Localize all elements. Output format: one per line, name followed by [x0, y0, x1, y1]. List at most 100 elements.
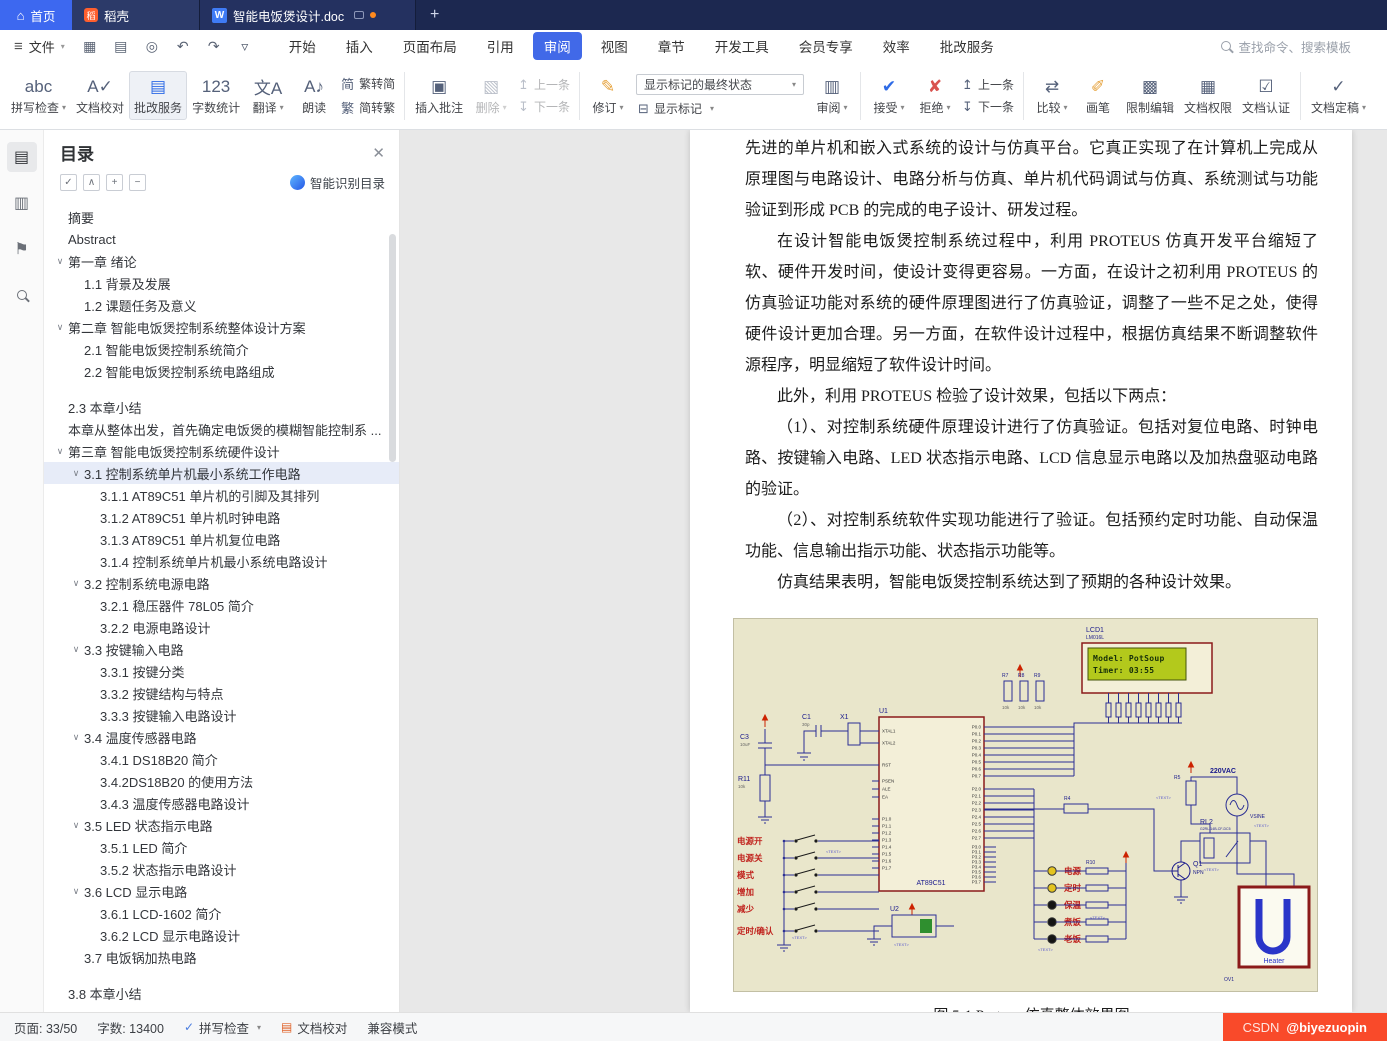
- chevron-down-icon[interactable]: ∨: [52, 446, 68, 457]
- menu-item[interactable]: 插入: [335, 32, 384, 60]
- chevron-down-icon[interactable]: ∨: [68, 468, 84, 479]
- menu-item[interactable]: 审阅: [532, 32, 582, 60]
- read-aloud-button[interactable]: A♪ 朗读: [291, 71, 337, 120]
- finalize-button[interactable]: ✓ 文档定稿 ▾: [1306, 71, 1371, 120]
- chevron-down-icon[interactable]: ∨: [68, 578, 84, 589]
- toc-item[interactable]: 3.6.1 LCD-1602 简介: [44, 902, 399, 924]
- new-tab-button[interactable]: +: [416, 0, 453, 30]
- next-revision-button[interactable]: ↧ 下一条: [962, 98, 1014, 115]
- search-icon[interactable]: [7, 280, 37, 310]
- toc-item[interactable]: ∨ 3.3 按键输入电路: [44, 638, 399, 660]
- toc-item[interactable]: ∨ 第一章 绪论: [44, 250, 399, 272]
- status-word-count[interactable]: 字数: 13400: [97, 1018, 164, 1037]
- toc-item[interactable]: 2.2 智能电饭煲控制系统电路组成: [44, 360, 399, 382]
- reject-button[interactable]: ✘ 拒绝 ▾: [912, 71, 958, 120]
- chevron-down-icon[interactable]: ∨: [52, 322, 68, 333]
- toc-item[interactable]: 3.1.3 AT89C51 单片机复位电路: [44, 528, 399, 550]
- toc-item[interactable]: 3.5.2 状态指示电路设计: [44, 858, 399, 880]
- more-icon[interactable]: ▿: [236, 37, 254, 55]
- show-markup-button[interactable]: ⊟ 显示标记 ▾: [636, 100, 804, 117]
- menu-item[interactable]: 视图: [590, 32, 639, 60]
- delete-button[interactable]: ▧ 删除 ▾: [468, 71, 514, 120]
- simp-to-trad-button[interactable]: 繁简转繁: [341, 98, 395, 117]
- save-icon[interactable]: ▦: [81, 37, 99, 55]
- wordcount-button[interactable]: 123 字数统计: [187, 71, 245, 120]
- chevron-down-icon[interactable]: ∨: [68, 732, 84, 743]
- prev-revision-button[interactable]: ↥ 上一条: [962, 76, 1014, 93]
- correction-button[interactable]: ▤ 批改服务: [129, 71, 188, 120]
- menu-item[interactable]: 引用: [476, 32, 525, 60]
- tab-home[interactable]: ⌂ 首页: [0, 0, 72, 30]
- doc-permission-button[interactable]: ▦ 文档权限: [1179, 71, 1237, 120]
- status-spellcheck-button[interactable]: ✓ 拼写检查 ▾: [184, 1018, 261, 1037]
- menu-item[interactable]: 开发工具: [704, 32, 780, 60]
- accept-button[interactable]: ✔ 接受 ▾: [866, 71, 912, 120]
- chevron-down-icon[interactable]: ∨: [68, 644, 84, 655]
- toc-item[interactable]: 3.3.2 按键结构与特点: [44, 682, 399, 704]
- menu-item[interactable]: 章节: [647, 32, 696, 60]
- toc-item[interactable]: 2.3 本章小结: [44, 396, 399, 418]
- menu-item[interactable]: 效率: [872, 32, 921, 60]
- toc-item[interactable]: 3.3.3 按键输入电路设计: [44, 704, 399, 726]
- toc-item[interactable]: 3.1.2 AT89C51 单片机时钟电路: [44, 506, 399, 528]
- trad-to-simp-button[interactable]: 简繁转简: [341, 74, 395, 93]
- toc-item[interactable]: 本章从整体出发，首先确定电饭煲的模糊智能控制系 ...: [44, 418, 399, 440]
- toc-item[interactable]: 3.5.1 LED 简介: [44, 836, 399, 858]
- print-preview-icon[interactable]: ◎: [143, 37, 161, 55]
- doc-certify-button[interactable]: ☑ 文档认证: [1237, 71, 1295, 120]
- undo-icon[interactable]: ↶: [174, 37, 192, 55]
- toc-item[interactable]: 3.1.1 AT89C51 单片机的引脚及其排列: [44, 484, 399, 506]
- translate-button[interactable]: 文A 翻译 ▾: [245, 71, 291, 120]
- tab-document[interactable]: W 智能电饭煲设计.doc: [200, 0, 416, 30]
- toc-item[interactable]: 3.2.1 稳压器件 78L05 简介: [44, 594, 399, 616]
- restrict-edit-button[interactable]: ▩ 限制编辑: [1121, 71, 1179, 120]
- markup-state-dropdown[interactable]: 显示标记的最终状态 ▾: [636, 74, 805, 95]
- toc-item[interactable]: 3.2.2 电源电路设计: [44, 616, 399, 638]
- menu-item[interactable]: 会员专享: [788, 32, 864, 60]
- toc-item[interactable]: 3.4.2DS18B20 的使用方法: [44, 770, 399, 792]
- bookmark-icon[interactable]: ⚑: [7, 234, 37, 264]
- pen-button[interactable]: ✐ 画笔: [1075, 71, 1121, 120]
- status-proofread-button[interactable]: ▤ 文档校对: [281, 1018, 347, 1037]
- next-comment-button[interactable]: ↧ 下一条: [518, 98, 570, 115]
- status-page-indicator[interactable]: 页面: 33/50: [14, 1018, 77, 1037]
- toc-item[interactable]: 3.4.3 温度传感器电路设计: [44, 792, 399, 814]
- redo-icon[interactable]: ↷: [205, 37, 223, 55]
- review-button[interactable]: ▥ 审阅 ▾: [809, 71, 855, 120]
- spellcheck-button[interactable]: abc 拼写检查 ▾: [6, 71, 71, 120]
- toc-item[interactable]: ∨ 3.1 控制系统单片机最小系统工作电路: [44, 462, 399, 484]
- toc-item[interactable]: ∨ 3.2 控制系统电源电路: [44, 572, 399, 594]
- menu-item[interactable]: 页面布局: [392, 32, 468, 60]
- toc-item[interactable]: 3.4.1 DS18B20 简介: [44, 748, 399, 770]
- toc-item[interactable]: 摘要: [44, 206, 399, 228]
- toc-item[interactable]: Abstract: [44, 228, 399, 250]
- chevron-down-icon[interactable]: ∨: [68, 886, 84, 897]
- insert-comment-button[interactable]: ▣ 插入批注: [410, 71, 468, 120]
- toc-item[interactable]: ∨ 第二章 智能电饭煲控制系统整体设计方案: [44, 316, 399, 338]
- toc-item[interactable]: 3.7 电饭锅加热电路: [44, 946, 399, 968]
- toc-item[interactable]: 3.3.1 按键分类: [44, 660, 399, 682]
- menu-item[interactable]: 批改服务: [929, 32, 1005, 60]
- toc-item[interactable]: ∨ 第三章 智能电饭煲控制系统硬件设计: [44, 440, 399, 462]
- toc-collapse-minus-icon[interactable]: −: [129, 174, 146, 191]
- command-search[interactable]: 查找命令、搜索模板: [1221, 37, 1351, 56]
- close-icon[interactable]: ✕: [372, 144, 385, 162]
- toc-item[interactable]: 2.1 智能电饭煲控制系统简介: [44, 338, 399, 360]
- smart-toc-button[interactable]: 智能识别目录: [289, 173, 385, 192]
- toc-item[interactable]: 3.8 本章小结: [44, 982, 399, 1004]
- toc-scrollbar[interactable]: [389, 234, 396, 462]
- toc-item[interactable]: ∨ 3.6 LCD 显示电路: [44, 880, 399, 902]
- chevron-down-icon[interactable]: ∨: [68, 820, 84, 831]
- toc-item[interactable]: 1.2 课题任务及意义: [44, 294, 399, 316]
- toc-checkbox-icon[interactable]: ✓: [60, 174, 77, 191]
- menu-item[interactable]: 开始: [278, 32, 327, 60]
- toc-item[interactable]: 3.6.2 LCD 显示电路设计: [44, 924, 399, 946]
- toc-item[interactable]: ∨ 3.4 温度传感器电路: [44, 726, 399, 748]
- compare-button[interactable]: ⇄ 比较 ▾: [1029, 71, 1075, 120]
- toc-item[interactable]: 1.1 背景及发展: [44, 272, 399, 294]
- toc-item[interactable]: ∨ 3.5 LED 状态指示电路: [44, 814, 399, 836]
- chevron-down-icon[interactable]: ∨: [52, 256, 68, 267]
- prev-comment-button[interactable]: ↥ 上一条: [518, 76, 570, 93]
- outline-icon[interactable]: ▤: [6, 142, 37, 172]
- file-menu-button[interactable]: ≡ 文件 ▾: [14, 37, 65, 56]
